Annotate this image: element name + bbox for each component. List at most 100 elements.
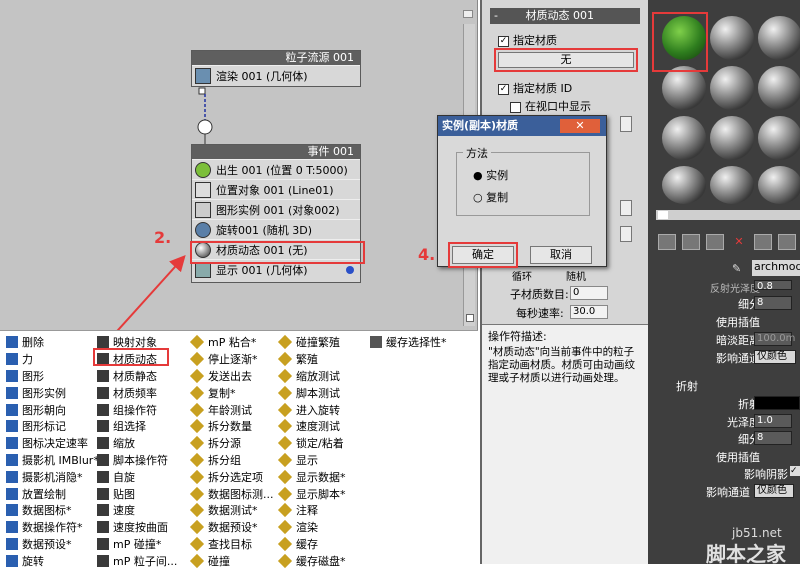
copy-material-icon[interactable]	[754, 234, 772, 250]
depot-item[interactable]: 数据操作符*	[6, 519, 99, 536]
refraction-section-header[interactable]: 折射	[676, 378, 698, 394]
depot-item[interactable]: 停止逐渐*	[189, 351, 274, 368]
depot-item[interactable]: 图形实例	[6, 384, 99, 401]
depot-item[interactable]: 显示脚本*	[277, 485, 346, 502]
depot-item[interactable]: 锁定/粘着	[277, 435, 346, 452]
scroll-thumb[interactable]	[466, 314, 474, 322]
depot-item[interactable]: 删除	[6, 334, 99, 351]
material-sample[interactable]	[710, 66, 754, 110]
depot-item[interactable]: 图形	[6, 368, 99, 385]
depot-item[interactable]: 碰撞	[189, 552, 274, 569]
material-sample[interactable]	[710, 16, 754, 60]
material-sample[interactable]	[758, 116, 800, 160]
depot-item[interactable]: 组操作符	[97, 401, 177, 418]
radio-copy[interactable]: ○ 复制	[473, 189, 508, 205]
depot-item[interactable]: 注释	[277, 502, 346, 519]
depot-item[interactable]: 脚本操作符	[97, 452, 177, 469]
assign-material-checkbox[interactable]: ✓ 指定材质	[498, 32, 557, 48]
depot-item[interactable]: mP 碰撞*	[97, 536, 177, 553]
cancel-button[interactable]: 取消	[530, 246, 592, 264]
depot-item[interactable]: 速度按曲面	[97, 519, 177, 536]
material-sample[interactable]	[758, 66, 800, 110]
rate-field[interactable]: 30.0	[570, 305, 608, 319]
depot-item[interactable]: 放置绘制	[6, 485, 99, 502]
material-sample[interactable]	[758, 16, 800, 60]
depot-item[interactable]: 拆分数量	[189, 418, 274, 435]
sub-material-count-field[interactable]: 0	[570, 286, 608, 300]
depot-item[interactable]: 显示	[277, 452, 346, 469]
affect-channel-select[interactable]: 仅颜色	[754, 350, 796, 364]
depot-item[interactable]: 复制*	[189, 384, 274, 401]
depot-item[interactable]: 繁殖	[277, 351, 346, 368]
depot-item[interactable]: 缓存磁盘*	[277, 552, 346, 569]
top-scroll-handle[interactable]	[463, 10, 473, 18]
depot-item[interactable]: 进入旋转	[277, 401, 346, 418]
spinner-3[interactable]	[620, 226, 632, 242]
operator-birth[interactable]: 出生 001 (位置 0 T:5000)	[192, 159, 360, 179]
put-to-scene-icon[interactable]	[682, 234, 700, 250]
depot-item[interactable]: 图形标记	[6, 418, 99, 435]
slot-scrollbar[interactable]	[656, 210, 800, 220]
operator-render[interactable]: 渲染 001 (几何体)	[192, 65, 360, 85]
gloss-field[interactable]: 0.8	[754, 280, 792, 292]
eyedropper-icon[interactable]: ✎	[732, 262, 746, 276]
depot-item[interactable]: 材质频率	[97, 384, 177, 401]
assign-to-selection-icon[interactable]	[706, 234, 724, 250]
make-unique-icon[interactable]	[778, 234, 796, 250]
depot-item[interactable]: 图形朝向	[6, 401, 99, 418]
depot-item[interactable]: 渲染	[277, 519, 346, 536]
material-sample[interactable]	[662, 66, 706, 110]
operator-position-object[interactable]: 位置对象 001 (Line01)	[192, 179, 360, 199]
depot-item[interactable]: 摄影机 IMBlur*	[6, 452, 99, 469]
depot-item[interactable]: 数据图标*	[6, 502, 99, 519]
depot-item[interactable]: 显示数据*	[277, 468, 346, 485]
depot-item[interactable]: 自旋	[97, 468, 177, 485]
material-sample[interactable]	[710, 116, 754, 160]
material-sample[interactable]	[758, 166, 800, 204]
depot-item[interactable]: 缩放测试	[277, 368, 346, 385]
depot-item[interactable]: 脚本测试	[277, 384, 346, 401]
depot-item[interactable]: 数据测试*	[189, 502, 274, 519]
dim-distance-field[interactable]: 100.0m	[754, 332, 795, 346]
depot-item[interactable]: 速度	[97, 502, 177, 519]
depot-item[interactable]: 拆分组	[189, 452, 274, 469]
depot-item[interactable]: mP 粘合*	[189, 334, 274, 351]
operator-shape-instance[interactable]: 图形实例 001 (对象002)	[192, 199, 360, 219]
depot-item[interactable]: 速度测试	[277, 418, 346, 435]
depot-item[interactable]: 贴图	[97, 485, 177, 502]
depot-item[interactable]: 缓存	[277, 536, 346, 553]
depot-item[interactable]: 拆分选定项	[189, 468, 274, 485]
radio-instance[interactable]: ● 实例	[473, 167, 508, 183]
get-material-icon[interactable]	[658, 234, 676, 250]
rollout-header[interactable]: - 材质动态 001	[490, 8, 640, 24]
source-node[interactable]: 粒子流源 001 渲染 001 (几何体)	[191, 50, 361, 87]
material-sample[interactable]	[662, 116, 706, 160]
close-button[interactable]: ✕	[560, 119, 600, 133]
material-name-field[interactable]: archmodel	[752, 260, 800, 276]
assign-material-id-checkbox[interactable]: ✓ 指定材质 ID	[498, 80, 572, 96]
spinner-1[interactable]	[620, 116, 632, 132]
depot-item[interactable]: 旋转	[6, 552, 99, 569]
depot-item[interactable]: 拆分源	[189, 435, 274, 452]
refr-subdiv-field[interactable]: 8	[754, 431, 792, 445]
depot-item[interactable]: 查找目标	[189, 536, 274, 553]
particle-view-canvas[interactable]: 粒子流源 001 渲染 001 (几何体) 事件 001 出生 001 (位置 …	[0, 0, 478, 330]
depot-item[interactable]: 材质静态	[97, 368, 177, 385]
slot-scroll-thumb[interactable]	[658, 211, 668, 219]
reset-icon[interactable]: ✕	[730, 234, 748, 250]
depot-item[interactable]: 碰撞繁殖	[277, 334, 346, 351]
refr-affect-channel-select[interactable]: 仅颜色	[754, 484, 794, 498]
depot-item[interactable]: mP 粒子间...	[97, 552, 177, 569]
depot-item[interactable]: 缓存选择性*	[370, 334, 447, 351]
random-radio[interactable]: 随机	[566, 268, 586, 283]
refr-gloss-field[interactable]: 1.0	[754, 414, 792, 428]
depot-item[interactable]: 数据预设*	[189, 519, 274, 536]
depot-item[interactable]: 组选择	[97, 418, 177, 435]
show-in-viewport-checkbox[interactable]: 在视口中显示	[510, 98, 591, 114]
depot-item[interactable]: 年龄测试	[189, 401, 274, 418]
depot-item[interactable]: 数据图标测...	[189, 485, 274, 502]
depot-item[interactable]: 缩放	[97, 435, 177, 452]
depot-item[interactable]: 摄影机消隐*	[6, 468, 99, 485]
depot-item[interactable]: 力	[6, 351, 99, 368]
operator-rotation[interactable]: 旋转001 (随机 3D)	[192, 219, 360, 239]
